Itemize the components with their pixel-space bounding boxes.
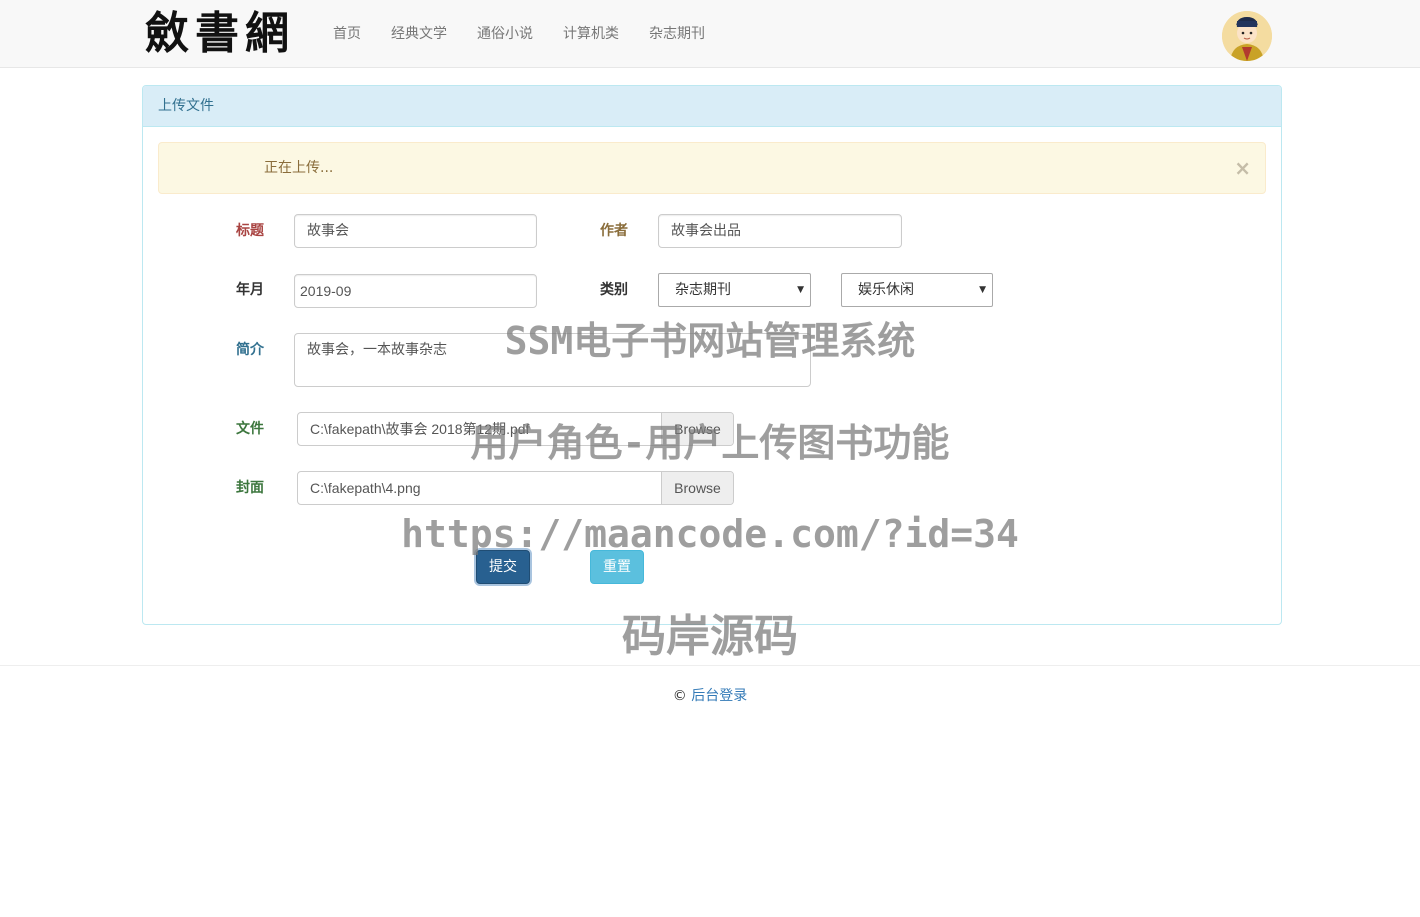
nav-item-popular-novels[interactable]: 通俗小说: [462, 0, 548, 68]
subcategory-select[interactable]: 娱乐休闲 ▼: [841, 273, 993, 307]
upload-status-alert: 正在上传... ×: [158, 142, 1266, 194]
nav-item-magazines[interactable]: 杂志期刊: [634, 0, 720, 68]
file-upload-field[interactable]: C:\fakepath\故事会 2018第12期.pdf Browse: [297, 412, 734, 446]
author-label: 作者: [600, 223, 628, 239]
footer-divider: [0, 665, 1420, 666]
reset-button[interactable]: 重置: [590, 550, 644, 584]
chevron-down-icon: ▼: [979, 285, 986, 295]
close-icon[interactable]: ×: [1234, 143, 1251, 193]
chevron-down-icon: ▼: [797, 285, 804, 295]
file-path: C:\fakepath\故事会 2018第12期.pdf: [310, 421, 530, 437]
user-avatar-icon[interactable]: [1222, 11, 1272, 61]
intro-textarea[interactable]: 故事会，一本故事杂志: [294, 333, 811, 387]
upload-panel: 上传文件 正在上传... × 标题 故事会 作者 故事会出品 年月 2019-0…: [142, 85, 1282, 625]
file-browse-button[interactable]: Browse: [661, 413, 733, 445]
admin-login-link[interactable]: 后台登录: [691, 688, 747, 704]
cover-path: C:\fakepath\4.png: [310, 480, 421, 496]
intro-label: 简介: [236, 342, 264, 358]
category-select[interactable]: 杂志期刊 ▼: [658, 273, 811, 307]
nav-item-classic-literature[interactable]: 经典文学: [376, 0, 462, 68]
author-input[interactable]: 故事会出品: [658, 214, 902, 248]
submit-button[interactable]: 提交: [476, 550, 530, 584]
nav-item-computer[interactable]: 计算机类: [548, 0, 634, 68]
category-label: 类别: [600, 282, 628, 298]
main-nav: 首页 经典文学 通俗小说 计算机类 杂志期刊: [318, 0, 720, 68]
file-label: 文件: [236, 421, 264, 437]
date-input[interactable]: 2019-09: [294, 274, 537, 308]
title-label: 标题: [236, 223, 264, 239]
site-logo[interactable]: 斂書網: [145, 8, 295, 60]
footer: © 后台登录: [0, 686, 1420, 706]
copyright-symbol: ©: [672, 688, 687, 704]
cover-browse-button[interactable]: Browse: [661, 472, 733, 504]
panel-title: 上传文件: [143, 86, 1281, 127]
nav-item-home[interactable]: 首页: [318, 0, 376, 68]
alert-text: 正在上传...: [264, 160, 334, 176]
title-input[interactable]: 故事会: [294, 214, 537, 248]
subcategory-selected: 娱乐休闲: [858, 282, 914, 298]
cover-upload-field[interactable]: C:\fakepath\4.png Browse: [297, 471, 734, 505]
date-label: 年月: [236, 282, 264, 298]
category-selected: 杂志期刊: [675, 282, 731, 298]
navbar: 斂書網 首页 经典文学 通俗小说 计算机类 杂志期刊: [0, 0, 1420, 68]
cover-label: 封面: [236, 480, 264, 496]
